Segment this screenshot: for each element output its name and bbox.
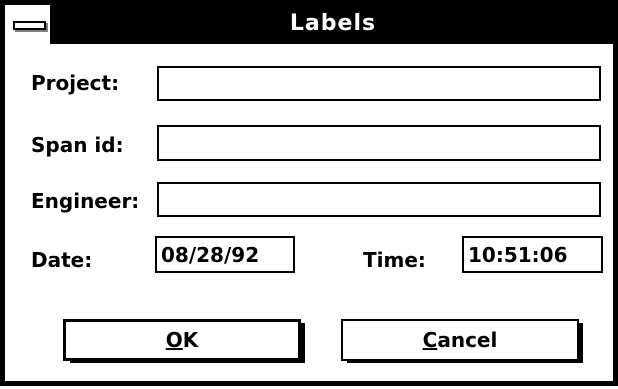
ok-button-mnemonic: O bbox=[165, 328, 183, 352]
project-label: Project: bbox=[31, 71, 120, 95]
title-bar: Labels bbox=[5, 5, 613, 44]
span-id-label: Span id: bbox=[31, 133, 124, 157]
time-input[interactable] bbox=[462, 236, 603, 273]
cancel-button-mnemonic: C bbox=[422, 328, 438, 352]
cancel-button-shadow-side bbox=[579, 323, 583, 363]
engineer-input[interactable] bbox=[157, 182, 601, 217]
cancel-button[interactable]: Cancel bbox=[341, 319, 579, 361]
span-id-input[interactable] bbox=[157, 125, 601, 161]
cancel-button-label: ancel bbox=[437, 328, 498, 352]
engineer-label: Engineer: bbox=[31, 189, 140, 213]
system-menu-icon bbox=[13, 21, 46, 30]
ok-button-label: K bbox=[182, 328, 199, 352]
system-menu-button[interactable] bbox=[5, 5, 53, 44]
time-label: Time: bbox=[363, 248, 426, 272]
date-input[interactable] bbox=[155, 236, 295, 273]
date-label: Date: bbox=[31, 248, 93, 272]
dialog-title: Labels bbox=[289, 11, 377, 36]
ok-button-shadow-side bbox=[301, 323, 305, 363]
ok-button[interactable]: OK bbox=[63, 319, 301, 361]
labels-dialog: Labels Project: Span id: Engineer: Date:… bbox=[0, 0, 618, 386]
project-input[interactable] bbox=[157, 66, 601, 101]
